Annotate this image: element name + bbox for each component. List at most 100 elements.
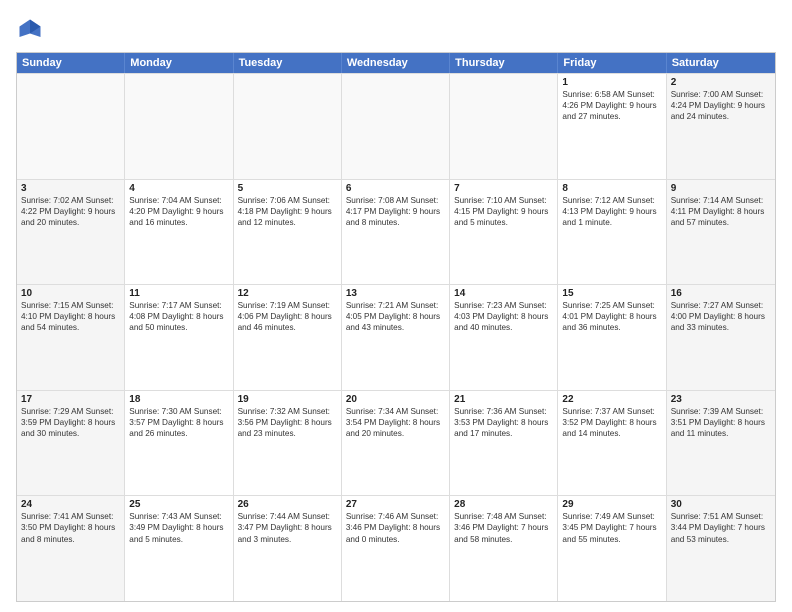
calendar-cell-19: 19Sunrise: 7:32 AM Sunset: 3:56 PM Dayli… bbox=[234, 391, 342, 496]
calendar-cell-16: 16Sunrise: 7:27 AM Sunset: 4:00 PM Dayli… bbox=[667, 285, 775, 390]
day-number: 23 bbox=[671, 394, 771, 405]
header-day-sunday: Sunday bbox=[17, 53, 125, 73]
calendar-cell-17: 17Sunrise: 7:29 AM Sunset: 3:59 PM Dayli… bbox=[17, 391, 125, 496]
calendar-cell-empty-0-3 bbox=[342, 74, 450, 179]
header-day-tuesday: Tuesday bbox=[234, 53, 342, 73]
calendar-cell-27: 27Sunrise: 7:46 AM Sunset: 3:46 PM Dayli… bbox=[342, 496, 450, 601]
day-number: 25 bbox=[129, 499, 228, 510]
day-number: 27 bbox=[346, 499, 445, 510]
day-number: 5 bbox=[238, 183, 337, 194]
day-info: Sunrise: 7:19 AM Sunset: 4:06 PM Dayligh… bbox=[238, 300, 337, 333]
day-info: Sunrise: 7:37 AM Sunset: 3:52 PM Dayligh… bbox=[562, 406, 661, 439]
day-info: Sunrise: 7:08 AM Sunset: 4:17 PM Dayligh… bbox=[346, 195, 445, 228]
day-number: 29 bbox=[562, 499, 661, 510]
calendar-cell-22: 22Sunrise: 7:37 AM Sunset: 3:52 PM Dayli… bbox=[558, 391, 666, 496]
calendar-cell-18: 18Sunrise: 7:30 AM Sunset: 3:57 PM Dayli… bbox=[125, 391, 233, 496]
calendar-cell-24: 24Sunrise: 7:41 AM Sunset: 3:50 PM Dayli… bbox=[17, 496, 125, 601]
logo bbox=[16, 16, 48, 44]
calendar-cell-8: 8Sunrise: 7:12 AM Sunset: 4:13 PM Daylig… bbox=[558, 180, 666, 285]
day-number: 8 bbox=[562, 183, 661, 194]
day-number: 11 bbox=[129, 288, 228, 299]
calendar-row-2: 10Sunrise: 7:15 AM Sunset: 4:10 PM Dayli… bbox=[17, 284, 775, 390]
calendar-cell-2: 2Sunrise: 7:00 AM Sunset: 4:24 PM Daylig… bbox=[667, 74, 775, 179]
day-info: Sunrise: 7:29 AM Sunset: 3:59 PM Dayligh… bbox=[21, 406, 120, 439]
calendar-cell-1: 1Sunrise: 6:58 AM Sunset: 4:26 PM Daylig… bbox=[558, 74, 666, 179]
day-number: 26 bbox=[238, 499, 337, 510]
header-day-saturday: Saturday bbox=[667, 53, 775, 73]
calendar-cell-3: 3Sunrise: 7:02 AM Sunset: 4:22 PM Daylig… bbox=[17, 180, 125, 285]
day-info: Sunrise: 7:32 AM Sunset: 3:56 PM Dayligh… bbox=[238, 406, 337, 439]
header-day-friday: Friday bbox=[558, 53, 666, 73]
day-info: Sunrise: 7:34 AM Sunset: 3:54 PM Dayligh… bbox=[346, 406, 445, 439]
day-info: Sunrise: 7:44 AM Sunset: 3:47 PM Dayligh… bbox=[238, 511, 337, 544]
calendar-cell-25: 25Sunrise: 7:43 AM Sunset: 3:49 PM Dayli… bbox=[125, 496, 233, 601]
calendar-cell-empty-0-0 bbox=[17, 74, 125, 179]
day-number: 13 bbox=[346, 288, 445, 299]
day-info: Sunrise: 7:49 AM Sunset: 3:45 PM Dayligh… bbox=[562, 511, 661, 544]
day-number: 24 bbox=[21, 499, 120, 510]
day-info: Sunrise: 7:06 AM Sunset: 4:18 PM Dayligh… bbox=[238, 195, 337, 228]
header-day-thursday: Thursday bbox=[450, 53, 558, 73]
day-number: 19 bbox=[238, 394, 337, 405]
header bbox=[16, 16, 776, 44]
day-info: Sunrise: 6:58 AM Sunset: 4:26 PM Dayligh… bbox=[562, 89, 661, 122]
day-info: Sunrise: 7:10 AM Sunset: 4:15 PM Dayligh… bbox=[454, 195, 553, 228]
calendar-cell-10: 10Sunrise: 7:15 AM Sunset: 4:10 PM Dayli… bbox=[17, 285, 125, 390]
day-number: 22 bbox=[562, 394, 661, 405]
calendar-cell-23: 23Sunrise: 7:39 AM Sunset: 3:51 PM Dayli… bbox=[667, 391, 775, 496]
day-number: 30 bbox=[671, 499, 771, 510]
calendar-cell-13: 13Sunrise: 7:21 AM Sunset: 4:05 PM Dayli… bbox=[342, 285, 450, 390]
day-info: Sunrise: 7:25 AM Sunset: 4:01 PM Dayligh… bbox=[562, 300, 661, 333]
calendar-cell-9: 9Sunrise: 7:14 AM Sunset: 4:11 PM Daylig… bbox=[667, 180, 775, 285]
calendar-cell-30: 30Sunrise: 7:51 AM Sunset: 3:44 PM Dayli… bbox=[667, 496, 775, 601]
calendar-cell-21: 21Sunrise: 7:36 AM Sunset: 3:53 PM Dayli… bbox=[450, 391, 558, 496]
day-info: Sunrise: 7:51 AM Sunset: 3:44 PM Dayligh… bbox=[671, 511, 771, 544]
day-info: Sunrise: 7:43 AM Sunset: 3:49 PM Dayligh… bbox=[129, 511, 228, 544]
header-day-monday: Monday bbox=[125, 53, 233, 73]
day-number: 28 bbox=[454, 499, 553, 510]
day-info: Sunrise: 7:30 AM Sunset: 3:57 PM Dayligh… bbox=[129, 406, 228, 439]
day-info: Sunrise: 7:27 AM Sunset: 4:00 PM Dayligh… bbox=[671, 300, 771, 333]
day-info: Sunrise: 7:15 AM Sunset: 4:10 PM Dayligh… bbox=[21, 300, 120, 333]
day-number: 2 bbox=[671, 77, 771, 88]
day-number: 21 bbox=[454, 394, 553, 405]
day-info: Sunrise: 7:39 AM Sunset: 3:51 PM Dayligh… bbox=[671, 406, 771, 439]
day-number: 7 bbox=[454, 183, 553, 194]
calendar-cell-5: 5Sunrise: 7:06 AM Sunset: 4:18 PM Daylig… bbox=[234, 180, 342, 285]
calendar-cell-4: 4Sunrise: 7:04 AM Sunset: 4:20 PM Daylig… bbox=[125, 180, 233, 285]
day-info: Sunrise: 7:36 AM Sunset: 3:53 PM Dayligh… bbox=[454, 406, 553, 439]
calendar-cell-28: 28Sunrise: 7:48 AM Sunset: 3:46 PM Dayli… bbox=[450, 496, 558, 601]
day-info: Sunrise: 7:21 AM Sunset: 4:05 PM Dayligh… bbox=[346, 300, 445, 333]
header-day-wednesday: Wednesday bbox=[342, 53, 450, 73]
calendar-row-0: 1Sunrise: 6:58 AM Sunset: 4:26 PM Daylig… bbox=[17, 73, 775, 179]
calendar: SundayMondayTuesdayWednesdayThursdayFrid… bbox=[16, 52, 776, 602]
day-info: Sunrise: 7:12 AM Sunset: 4:13 PM Dayligh… bbox=[562, 195, 661, 228]
calendar-row-3: 17Sunrise: 7:29 AM Sunset: 3:59 PM Dayli… bbox=[17, 390, 775, 496]
day-number: 9 bbox=[671, 183, 771, 194]
day-info: Sunrise: 7:41 AM Sunset: 3:50 PM Dayligh… bbox=[21, 511, 120, 544]
calendar-header: SundayMondayTuesdayWednesdayThursdayFrid… bbox=[17, 53, 775, 73]
day-number: 14 bbox=[454, 288, 553, 299]
day-info: Sunrise: 7:04 AM Sunset: 4:20 PM Dayligh… bbox=[129, 195, 228, 228]
calendar-cell-empty-0-2 bbox=[234, 74, 342, 179]
day-number: 15 bbox=[562, 288, 661, 299]
calendar-cell-empty-0-4 bbox=[450, 74, 558, 179]
day-info: Sunrise: 7:46 AM Sunset: 3:46 PM Dayligh… bbox=[346, 511, 445, 544]
day-info: Sunrise: 7:48 AM Sunset: 3:46 PM Dayligh… bbox=[454, 511, 553, 544]
day-number: 4 bbox=[129, 183, 228, 194]
day-number: 10 bbox=[21, 288, 120, 299]
calendar-cell-29: 29Sunrise: 7:49 AM Sunset: 3:45 PM Dayli… bbox=[558, 496, 666, 601]
page: SundayMondayTuesdayWednesdayThursdayFrid… bbox=[0, 0, 792, 612]
day-number: 6 bbox=[346, 183, 445, 194]
day-info: Sunrise: 7:00 AM Sunset: 4:24 PM Dayligh… bbox=[671, 89, 771, 122]
day-number: 20 bbox=[346, 394, 445, 405]
calendar-cell-12: 12Sunrise: 7:19 AM Sunset: 4:06 PM Dayli… bbox=[234, 285, 342, 390]
calendar-cell-15: 15Sunrise: 7:25 AM Sunset: 4:01 PM Dayli… bbox=[558, 285, 666, 390]
day-number: 17 bbox=[21, 394, 120, 405]
day-info: Sunrise: 7:23 AM Sunset: 4:03 PM Dayligh… bbox=[454, 300, 553, 333]
calendar-row-4: 24Sunrise: 7:41 AM Sunset: 3:50 PM Dayli… bbox=[17, 495, 775, 601]
day-number: 18 bbox=[129, 394, 228, 405]
calendar-cell-7: 7Sunrise: 7:10 AM Sunset: 4:15 PM Daylig… bbox=[450, 180, 558, 285]
day-number: 3 bbox=[21, 183, 120, 194]
day-number: 16 bbox=[671, 288, 771, 299]
